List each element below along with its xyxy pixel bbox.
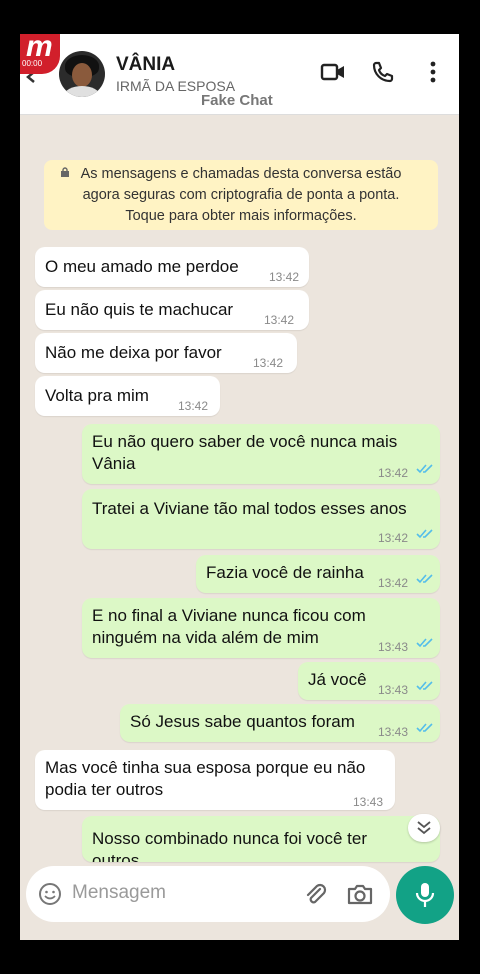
message-time: 13:42 bbox=[378, 466, 409, 480]
message-bubble[interactable]: Eu não quero saber de você nunca mais Vâ… bbox=[82, 424, 440, 484]
phone-icon[interactable] bbox=[371, 60, 395, 84]
message-text: Mas você tinha sua esposa porque eu não bbox=[45, 758, 366, 777]
video-call-icon[interactable] bbox=[320, 60, 346, 84]
double-check-icon bbox=[416, 638, 433, 648]
message-bubble[interactable]: E no final a Viviane nunca ficou com nin… bbox=[82, 598, 440, 658]
avatar[interactable] bbox=[59, 51, 105, 97]
message-time: 13:43 bbox=[378, 725, 409, 739]
message-text: Eu não quero saber de você nunca mais bbox=[92, 432, 398, 451]
double-check-icon bbox=[416, 574, 433, 584]
app-badge-timer: 00:00 bbox=[22, 59, 43, 68]
message-bubble[interactable]: Tratei a Viviane tão mal todos esses ano… bbox=[82, 489, 440, 549]
message-bubble[interactable]: O meu amado me perdoe 13:42 bbox=[35, 247, 309, 287]
message-text: ninguém na vida além de mim bbox=[92, 628, 319, 647]
message-bubble[interactable]: Não me deixa por favor 13:42 bbox=[35, 333, 297, 373]
message-bubble[interactable]: Já você 13:43 bbox=[298, 662, 440, 700]
mic-icon bbox=[415, 883, 435, 907]
camera-icon[interactable] bbox=[346, 881, 374, 907]
message-bubble[interactable]: Fazia você de rainha 13:42 bbox=[196, 555, 440, 593]
watermark-text: Fake Chat bbox=[201, 92, 273, 109]
message-text: E no final a Viviane nunca ficou com bbox=[92, 606, 366, 625]
encryption-notice-line1: As mensagens e chamadas desta conversa e… bbox=[80, 166, 402, 182]
message-text: Já você bbox=[308, 670, 367, 689]
message-time: 13:43 bbox=[353, 795, 384, 809]
message-bubble[interactable]: Eu não quis te machucar 13:42 bbox=[35, 290, 309, 330]
double-check-icon bbox=[416, 681, 433, 691]
message-bubble[interactable]: Só Jesus sabe quantos foram 13:43 bbox=[120, 704, 440, 742]
double-check-icon bbox=[416, 464, 433, 474]
message-text: outros bbox=[92, 851, 140, 862]
message-text: Tratei a Viviane tão mal todos esses ano… bbox=[92, 499, 407, 518]
message-text: podia ter outros bbox=[45, 780, 164, 799]
message-time: 13:42 bbox=[378, 576, 409, 590]
scroll-to-bottom-button[interactable] bbox=[408, 814, 440, 842]
message-time: 13:42 bbox=[269, 270, 300, 284]
message-time: 13:43 bbox=[378, 640, 409, 654]
message-text: Não me deixa por favor bbox=[45, 343, 222, 362]
message-text: Volta pra mim bbox=[45, 386, 149, 405]
message-text: Nosso combinado nunca foi você ter bbox=[92, 829, 367, 848]
avatar-shirt bbox=[64, 86, 100, 97]
avatar-face bbox=[72, 63, 92, 87]
message-time: 13:42 bbox=[264, 313, 295, 327]
app-badge-overlay: m 00:00 bbox=[20, 34, 60, 74]
double-check-icon bbox=[416, 529, 433, 539]
mic-button[interactable] bbox=[396, 866, 454, 924]
encryption-notice-line2: agora seguras com criptografia de ponta … bbox=[82, 187, 400, 203]
encryption-notice-line3: Toque para obter mais informações. bbox=[125, 208, 357, 224]
message-bubble[interactable]: Volta pra mim 13:42 bbox=[35, 376, 220, 416]
more-vert-icon[interactable] bbox=[425, 60, 441, 84]
message-text: Só Jesus sabe quantos foram bbox=[130, 712, 355, 731]
message-text: O meu amado me perdoe bbox=[45, 257, 239, 276]
chevron-double-down-icon bbox=[417, 821, 431, 835]
message-text: Eu não quis te machucar bbox=[45, 300, 234, 319]
message-bubble[interactable]: Nosso combinado nunca foi você ter outro… bbox=[82, 816, 440, 862]
message-input-placeholder: Mensagem bbox=[72, 882, 166, 903]
chat-screen: VÂNIA IRMÃ DA ESPOSA Fake Chat m 00:00 A… bbox=[20, 34, 459, 940]
message-time: 13:42 bbox=[253, 356, 284, 370]
message-bubble[interactable]: Mas você tinha sua esposa porque eu não … bbox=[35, 750, 395, 810]
attach-icon[interactable] bbox=[302, 881, 328, 907]
message-text: Vânia bbox=[92, 454, 136, 473]
message-input[interactable]: Mensagem bbox=[26, 866, 390, 922]
encryption-notice[interactable]: As mensagens e chamadas desta conversa e… bbox=[44, 160, 438, 230]
double-check-icon bbox=[416, 723, 433, 733]
message-text: Fazia você de rainha bbox=[206, 563, 364, 582]
emoji-icon[interactable] bbox=[38, 882, 62, 906]
header-divider bbox=[20, 114, 459, 115]
contact-name[interactable]: VÂNIA bbox=[116, 54, 175, 76]
message-time: 13:42 bbox=[178, 399, 209, 413]
message-time: 13:42 bbox=[378, 531, 409, 545]
chat-header: VÂNIA IRMÃ DA ESPOSA Fake Chat m 00:00 bbox=[20, 34, 459, 114]
message-time: 13:43 bbox=[378, 683, 409, 697]
